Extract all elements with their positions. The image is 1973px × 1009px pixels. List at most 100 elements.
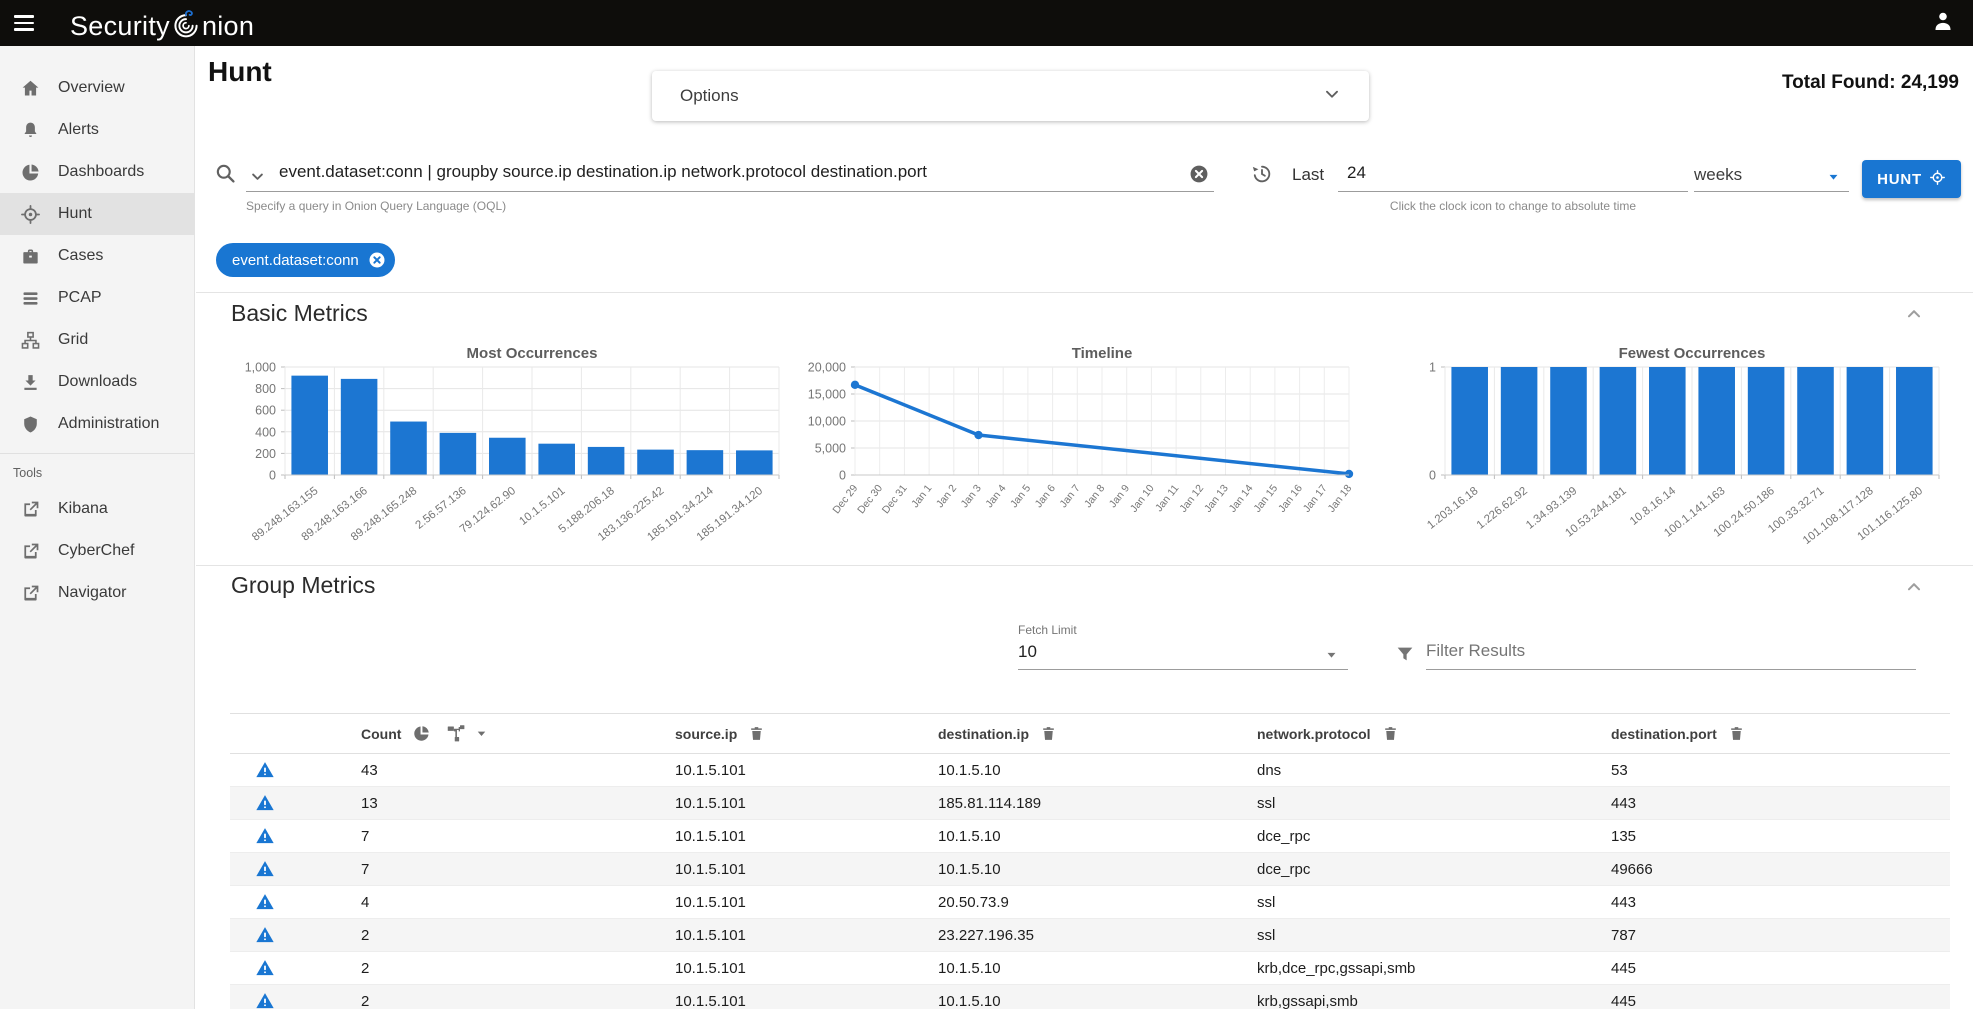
- cell-network-protocol[interactable]: ssl: [1196, 894, 1550, 911]
- cell-count[interactable]: 7: [300, 861, 614, 878]
- menu-icon[interactable]: [14, 6, 48, 40]
- time-unit-select[interactable]: weeks: [1694, 165, 1742, 185]
- cell-destination-ip[interactable]: 10.1.5.10: [877, 762, 1196, 779]
- fetch-limit-select[interactable]: 10: [1018, 642, 1037, 662]
- cell-network-protocol[interactable]: ssl: [1196, 795, 1550, 812]
- sidebar-tool-cyberchef[interactable]: CyberChef: [0, 530, 194, 572]
- cell-destination-port[interactable]: 443: [1550, 795, 1950, 812]
- trash-icon[interactable]: [1382, 725, 1399, 742]
- cell-destination-ip[interactable]: 10.1.5.10: [877, 993, 1196, 1009]
- cell-destination-port[interactable]: 445: [1550, 993, 1950, 1009]
- collapse-group-metrics-icon[interactable]: [1903, 576, 1925, 603]
- cell-count[interactable]: 13: [300, 795, 614, 812]
- sidebar-item-cases[interactable]: Cases: [0, 235, 194, 277]
- cell-count[interactable]: 2: [300, 927, 614, 944]
- cell-destination-port[interactable]: 443: [1550, 894, 1950, 911]
- sidebar-item-grid[interactable]: Grid: [0, 319, 194, 361]
- cell-source-ip[interactable]: 10.1.5.101: [614, 795, 877, 812]
- row-warning-icon[interactable]: [230, 859, 300, 879]
- cell-network-protocol[interactable]: krb,gssapi,smb: [1196, 993, 1550, 1009]
- header-network-protocol-label[interactable]: network.protocol: [1257, 726, 1371, 742]
- total-found-value: 24,199: [1901, 72, 1959, 93]
- sidebar-item-hunt[interactable]: Hunt: [0, 193, 194, 235]
- trash-icon[interactable]: [1728, 725, 1745, 742]
- collapse-basic-metrics-icon[interactable]: [1903, 303, 1925, 330]
- pie-chart-icon[interactable]: [412, 724, 431, 743]
- cell-network-protocol[interactable]: ssl: [1196, 927, 1550, 944]
- row-warning-icon[interactable]: [230, 991, 300, 1009]
- clear-query-icon[interactable]: [1188, 163, 1210, 185]
- filter-results-input[interactable]: [1426, 641, 1916, 661]
- cell-destination-ip[interactable]: 10.1.5.10: [877, 828, 1196, 845]
- trash-icon[interactable]: [1040, 725, 1057, 742]
- cell-destination-port[interactable]: 53: [1550, 762, 1950, 779]
- hunt-button[interactable]: HUNT: [1862, 160, 1961, 198]
- cell-source-ip[interactable]: 10.1.5.101: [614, 828, 877, 845]
- sidebar-tool-navigator[interactable]: Navigator: [0, 572, 194, 614]
- cell-source-ip[interactable]: 10.1.5.101: [614, 762, 877, 779]
- cell-destination-port[interactable]: 135: [1550, 828, 1950, 845]
- cell-destination-ip[interactable]: 10.1.5.10: [877, 960, 1196, 977]
- svg-text:Jan 8: Jan 8: [1082, 482, 1107, 510]
- sidebar-item-dashboards[interactable]: Dashboards: [0, 151, 194, 193]
- cell-source-ip[interactable]: 10.1.5.101: [614, 960, 877, 977]
- user-icon[interactable]: [1931, 9, 1955, 38]
- fetch-limit-caret-icon[interactable]: [1322, 645, 1341, 669]
- cell-source-ip[interactable]: 10.1.5.101: [614, 894, 877, 911]
- cell-source-ip[interactable]: 10.1.5.101: [614, 861, 877, 878]
- row-warning-icon[interactable]: [230, 892, 300, 912]
- time-value-input[interactable]: [1347, 163, 1677, 183]
- row-warning-icon[interactable]: [230, 958, 300, 978]
- row-warning-icon[interactable]: [230, 925, 300, 945]
- cell-network-protocol[interactable]: dce_rpc: [1196, 828, 1550, 845]
- svg-text:Jan 15: Jan 15: [1251, 482, 1280, 514]
- cell-count[interactable]: 4: [300, 894, 614, 911]
- sidebar-item-downloads[interactable]: Downloads: [0, 361, 194, 403]
- svg-text:1: 1: [1429, 361, 1436, 375]
- options-dropdown[interactable]: Options: [652, 71, 1369, 121]
- sidebar-tool-kibana[interactable]: Kibana: [0, 488, 194, 530]
- time-range-prefix: Last: [1292, 165, 1324, 185]
- row-warning-icon[interactable]: [230, 826, 300, 846]
- table-row: 710.1.5.10110.1.5.10dce_rpc49666: [230, 853, 1950, 886]
- cell-count[interactable]: 2: [300, 960, 614, 977]
- header-destination-port-label[interactable]: destination.port: [1611, 726, 1717, 742]
- sidebar-item-pcap[interactable]: PCAP: [0, 277, 194, 319]
- header-source-ip-label[interactable]: source.ip: [675, 726, 737, 742]
- cell-source-ip[interactable]: 10.1.5.101: [614, 993, 877, 1009]
- chip-close-icon[interactable]: [367, 250, 387, 270]
- cell-destination-port[interactable]: 787: [1550, 927, 1950, 944]
- cell-destination-ip[interactable]: 23.227.196.35: [877, 927, 1196, 944]
- cell-network-protocol[interactable]: dce_rpc: [1196, 861, 1550, 878]
- cell-destination-port[interactable]: 445: [1550, 960, 1950, 977]
- row-warning-icon[interactable]: [230, 793, 300, 813]
- sidebar-item-administration[interactable]: Administration: [0, 403, 194, 445]
- header-destination-ip-label[interactable]: destination.ip: [938, 726, 1029, 742]
- cell-count[interactable]: 7: [300, 828, 614, 845]
- sankey-chart-icon[interactable]: [446, 723, 467, 744]
- cell-count[interactable]: 2: [300, 993, 614, 1009]
- row-warning-icon[interactable]: [230, 760, 300, 780]
- cell-count[interactable]: 43: [300, 762, 614, 779]
- table-body: 4310.1.5.10110.1.5.10dns531310.1.5.10118…: [230, 754, 1950, 1009]
- cell-network-protocol[interactable]: krb,dce_rpc,gssapi,smb: [1196, 960, 1550, 977]
- cell-destination-port[interactable]: 49666: [1550, 861, 1950, 878]
- svg-text:Jan 10: Jan 10: [1128, 482, 1157, 514]
- svg-text:0: 0: [839, 469, 846, 483]
- cell-destination-ip[interactable]: 185.81.114.189: [877, 795, 1196, 812]
- history-clock-icon[interactable]: [1251, 163, 1273, 185]
- filter-chip[interactable]: event.dataset:conn: [216, 243, 395, 277]
- sidebar-item-alerts[interactable]: Alerts: [0, 109, 194, 151]
- query-history-chevron-icon[interactable]: [248, 167, 267, 186]
- time-unit-caret-icon[interactable]: [1824, 167, 1843, 191]
- trash-icon[interactable]: [748, 725, 765, 742]
- sidebar-item-label: Hunt: [58, 205, 92, 223]
- chart-type-caret-icon[interactable]: [474, 726, 489, 741]
- cell-source-ip[interactable]: 10.1.5.101: [614, 927, 877, 944]
- cell-destination-ip[interactable]: 20.50.73.9: [877, 894, 1196, 911]
- query-input[interactable]: [279, 162, 1179, 182]
- cell-destination-ip[interactable]: 10.1.5.10: [877, 861, 1196, 878]
- sidebar-item-overview[interactable]: Overview: [0, 67, 194, 109]
- header-count-label[interactable]: Count: [361, 726, 401, 742]
- cell-network-protocol[interactable]: dns: [1196, 762, 1550, 779]
